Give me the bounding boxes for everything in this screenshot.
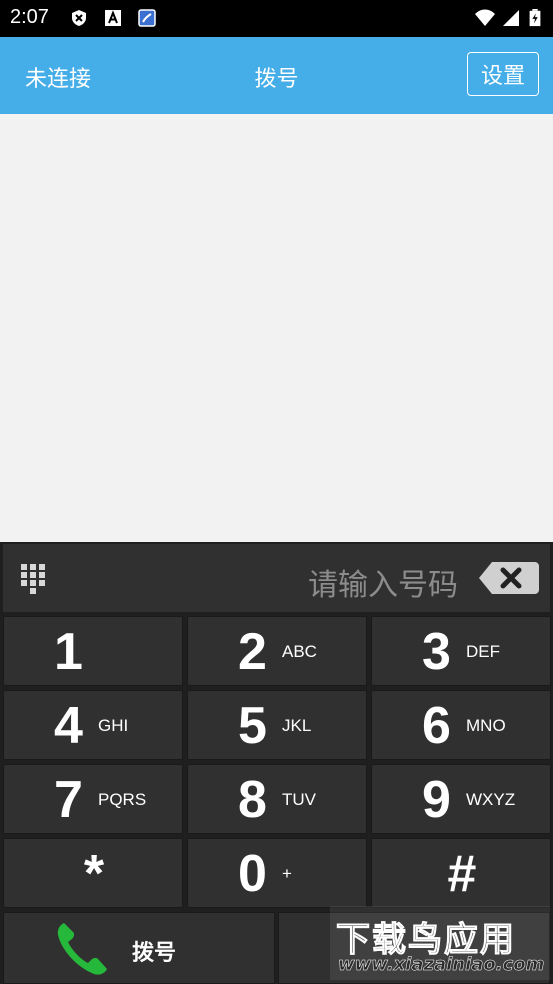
key-digit: 2 [238, 623, 267, 681]
key-letters: WXYZ [466, 790, 516, 809]
key-digit: * [83, 845, 105, 903]
call-log-area [0, 114, 553, 542]
app-icon [138, 9, 156, 27]
key-letters: PQRS [98, 790, 147, 809]
settings-button[interactable]: 设置 [467, 52, 539, 96]
number-input[interactable]: 请输入号码 [308, 560, 458, 604]
key-9[interactable]: 9 WXYZ [371, 764, 551, 834]
key-digit: 4 [54, 697, 83, 755]
key-4[interactable]: 4 GHI [3, 690, 183, 760]
key-letters: JKL [282, 716, 312, 735]
call-label: 拨号 [132, 941, 177, 966]
phone-icon [57, 923, 107, 975]
app-bar: 未连接 拨号 设置 [0, 37, 553, 114]
dialpad-toggle-icon[interactable] [19, 562, 51, 598]
key-6[interactable]: 6 MNO [371, 690, 551, 760]
call-button[interactable]: 拨号 [3, 912, 275, 984]
key-letters: GHI [98, 716, 129, 735]
key-hash[interactable]: # [371, 838, 551, 908]
key-digit: 0 [238, 845, 267, 903]
watermark: 下载鸟应用 www.xiazainiao.com [330, 906, 550, 980]
key-8[interactable]: 8 TUV [187, 764, 367, 834]
key-digit: 7 [54, 771, 83, 829]
key-7[interactable]: 7 PQRS [3, 764, 183, 834]
key-letters: ABC [282, 642, 317, 661]
key-letters: MNO [466, 716, 506, 735]
status-time: 2:07 [10, 6, 49, 28]
status-bar: 2:07 [0, 0, 553, 37]
key-digit: 9 [422, 771, 451, 829]
key-5[interactable]: 5 JKL [187, 690, 367, 760]
key-3[interactable]: 3 DEF [371, 616, 551, 686]
key-star[interactable]: * [3, 838, 183, 908]
key-digit: 8 [238, 771, 267, 829]
font-a-icon [105, 10, 121, 26]
key-letters: DEF [466, 642, 500, 661]
key-digit: 5 [238, 697, 267, 755]
key-0[interactable]: 0 + [187, 838, 367, 908]
key-letters: + [282, 864, 292, 883]
key-2[interactable]: 2 ABC [187, 616, 367, 686]
watermark-url: www.xiazainiao.com [338, 954, 545, 976]
key-digit: 3 [422, 623, 451, 681]
key-digit: 6 [422, 697, 451, 755]
signal-icon [503, 10, 519, 26]
wifi-icon [475, 9, 495, 26]
key-digit: # [447, 845, 477, 903]
key-1[interactable]: 1 [3, 616, 183, 686]
backspace-icon[interactable] [478, 561, 540, 595]
key-digit: 1 [54, 623, 83, 681]
shield-x-icon [72, 10, 86, 26]
battery-icon [529, 9, 541, 27]
key-letters: TUV [282, 790, 316, 809]
number-input-bar: 请输入号码 [3, 544, 550, 612]
